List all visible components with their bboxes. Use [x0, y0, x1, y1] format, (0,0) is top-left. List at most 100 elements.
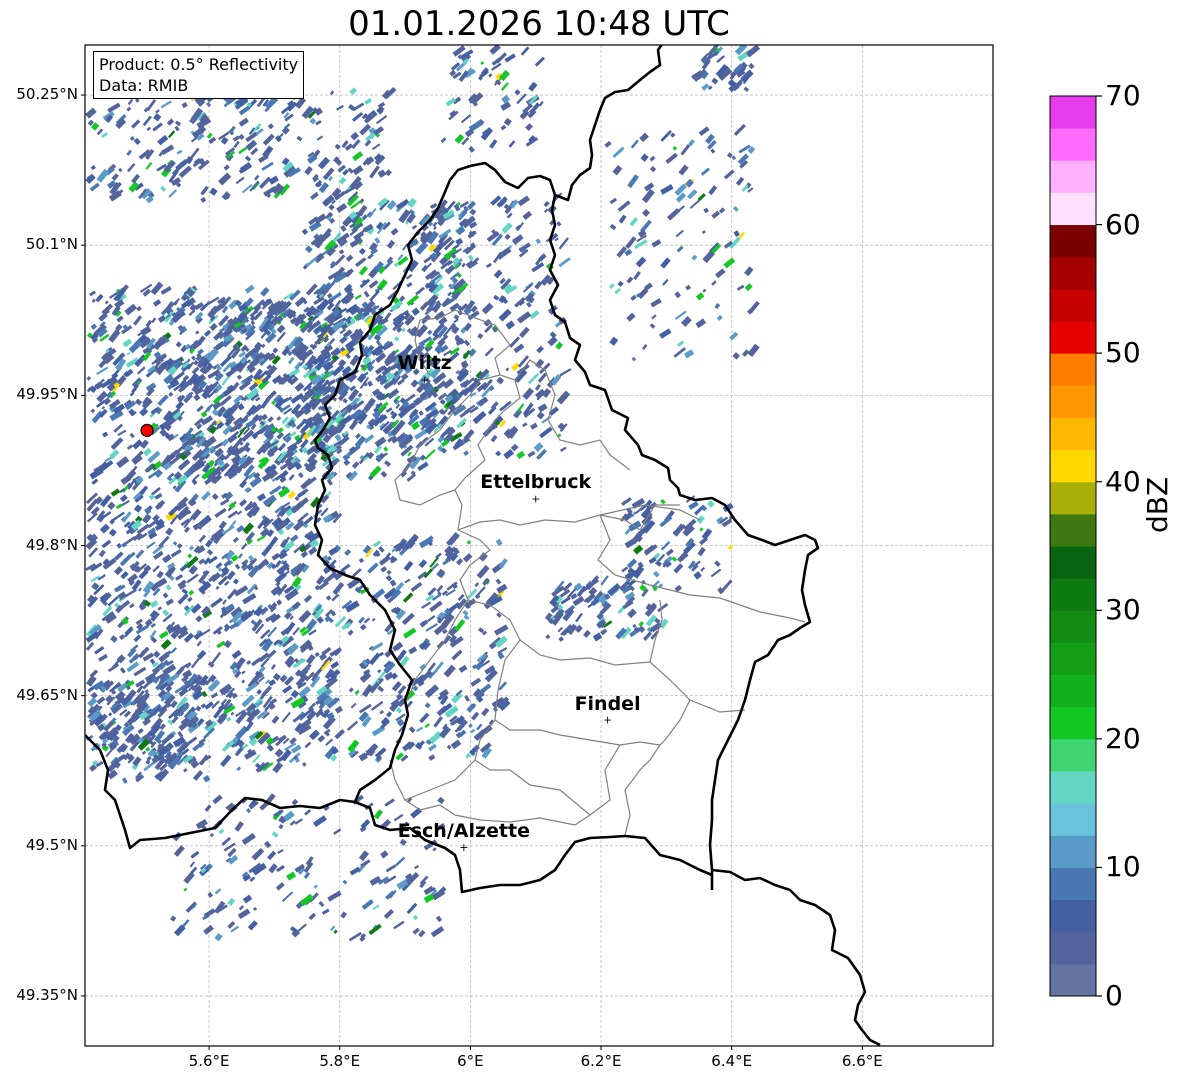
- echo-pixel: [117, 591, 127, 601]
- colorbar-segment: [1050, 128, 1096, 161]
- echo-pixel: [223, 164, 230, 171]
- echo-pixel: [380, 716, 390, 726]
- echo-pixel: [707, 500, 715, 508]
- echo-pixel: [408, 726, 416, 734]
- echo-pixel: [372, 904, 380, 910]
- echo-pixel: [419, 712, 430, 724]
- echo-pixel: [543, 200, 550, 208]
- echo-pixel: [104, 300, 109, 305]
- echo-pixel: [575, 612, 583, 623]
- echo-pixel: [160, 639, 172, 650]
- echo-pixel: [108, 712, 113, 717]
- echo-pixel: [403, 627, 417, 639]
- echo-pixel: [352, 165, 364, 176]
- echo-pixel: [437, 796, 445, 805]
- echo-pixel: [242, 593, 257, 605]
- echo-pixel: [447, 291, 453, 297]
- echo-pixel: [462, 553, 473, 563]
- echo-pixel: [493, 294, 500, 301]
- echo-pixel: [635, 256, 647, 268]
- echo-pixel: [119, 488, 126, 494]
- echo-pixel: [386, 711, 393, 718]
- echo-pixel: [315, 119, 322, 126]
- echo-pixel: [377, 169, 387, 178]
- echo-pixel: [292, 626, 300, 636]
- echo-pixel: [556, 390, 571, 405]
- echo-pixel: [537, 372, 548, 383]
- colorbar-tick-label: 10: [1105, 850, 1141, 884]
- echo-pixel: [211, 651, 222, 665]
- echo-pixel: [470, 728, 476, 734]
- echo-pixel: [649, 165, 657, 173]
- echo-pixel: [358, 850, 370, 862]
- echo-pixel: [102, 431, 109, 438]
- echo-pixel: [415, 286, 425, 296]
- echo-pixel: [238, 351, 246, 358]
- echo-pixel: [534, 56, 546, 67]
- echo-pixel: [629, 217, 639, 227]
- echo-pixel: [627, 608, 637, 619]
- echo-pixel: [600, 575, 609, 586]
- echo-pixel: [468, 145, 475, 153]
- echo-pixel: [206, 132, 213, 139]
- colorbar-tick-label: 70: [1105, 79, 1141, 112]
- echo-pixel: [155, 109, 160, 114]
- echo-pixel: [244, 284, 255, 294]
- echo-pixel: [701, 528, 713, 540]
- echo-pixel: [510, 443, 519, 452]
- echo-pixel: [743, 86, 750, 92]
- echo-pixel: [192, 473, 200, 481]
- echo-pixel: [418, 929, 426, 938]
- echo-pixel: [290, 689, 300, 699]
- echo-pixel: [674, 291, 682, 299]
- colorbar-segment: [1050, 931, 1096, 965]
- echo-pixel: [338, 176, 347, 185]
- echo-pixel: [133, 666, 147, 677]
- colorbar-tick-label: 0: [1105, 979, 1123, 1012]
- echo-pixel: [278, 823, 284, 830]
- echo-pixel: [678, 164, 689, 176]
- echo-pixel: [681, 316, 692, 327]
- echo-pixel: [367, 562, 379, 574]
- echo-pixel: [225, 716, 232, 722]
- lon-tick-label: 6.4°E: [711, 1052, 753, 1070]
- echo-pixel: [342, 398, 348, 404]
- echo-pixel: [232, 536, 239, 543]
- echo-pixel: [378, 545, 385, 553]
- echo-pixel: [460, 114, 472, 124]
- echo-pixel: [369, 465, 382, 478]
- colorbar-segment: [1050, 160, 1096, 193]
- colorbar-tick-label: 30: [1105, 593, 1141, 627]
- echo-pixel: [621, 566, 629, 573]
- echo-pixel: [450, 739, 462, 750]
- echo-pixel: [220, 566, 230, 575]
- echo-pixel: [556, 221, 562, 227]
- echo-pixel: [295, 923, 307, 934]
- echo-pixel: [165, 527, 174, 536]
- echo-pixel: [215, 585, 220, 590]
- echo-pixel: [198, 534, 206, 543]
- echo-pixel: [305, 256, 318, 268]
- echo-pixel: [721, 579, 733, 592]
- echo-pixel: [371, 700, 384, 711]
- echo-pixel: [96, 168, 110, 183]
- echo-pixel: [157, 134, 169, 146]
- echo-pixel: [697, 546, 706, 557]
- echo-pixel: [157, 315, 167, 323]
- echo-pixel: [221, 836, 231, 846]
- echo-pixel: [351, 461, 360, 469]
- city-marker: +: [459, 841, 468, 854]
- echo-pixel: [238, 146, 248, 155]
- echo-pixel: [190, 656, 201, 669]
- echo-pixel: [361, 899, 374, 910]
- echo-pixel: [471, 711, 480, 721]
- echo-pixel: [174, 573, 184, 581]
- echo-pixel: [609, 336, 619, 346]
- echo-pixel: [407, 197, 417, 208]
- echo-pixel: [426, 614, 436, 623]
- echo-pixel: [480, 61, 485, 66]
- echo-pixel: [289, 534, 299, 543]
- echo-pixel: [538, 100, 544, 107]
- echo-pixel: [303, 594, 313, 603]
- echo-pixel: [359, 123, 372, 136]
